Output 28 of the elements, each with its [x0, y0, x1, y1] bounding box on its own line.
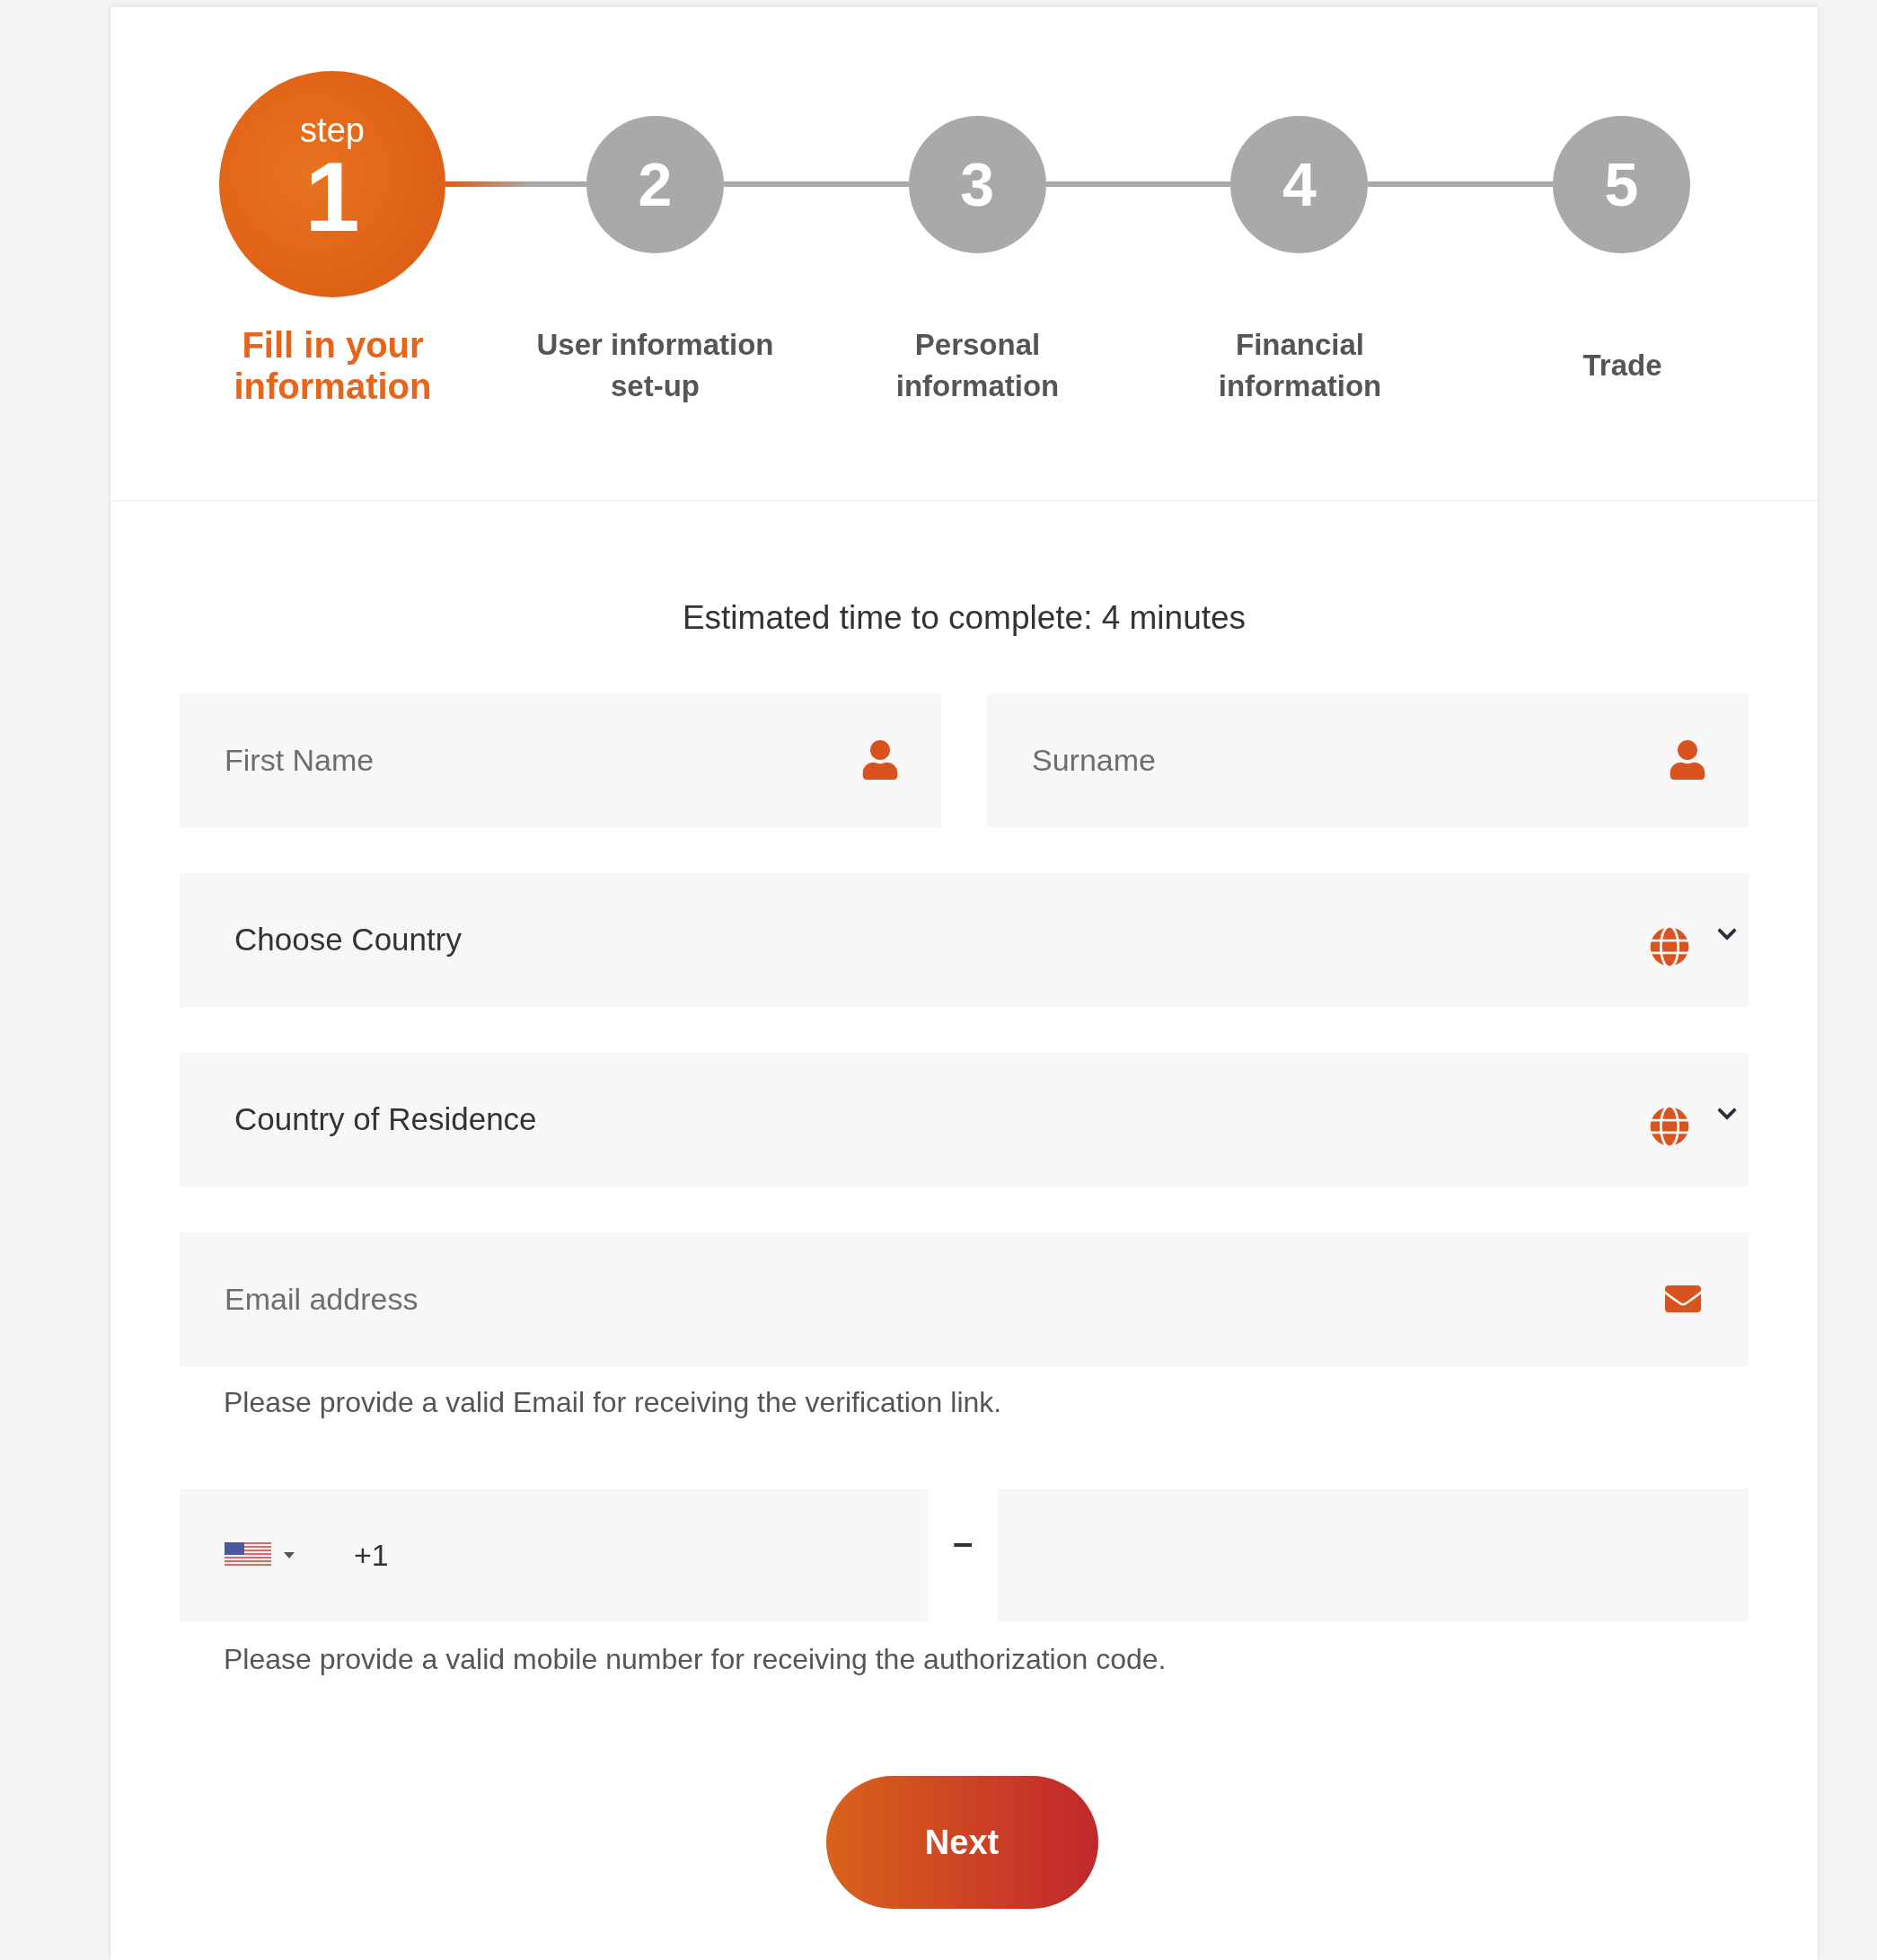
caret-icon [284, 1551, 295, 1558]
globe-icon [1650, 1106, 1689, 1146]
step-number: 4 [1282, 154, 1317, 215]
separator-dash: – [951, 1522, 974, 1564]
country-select[interactable]: Country of Residence [180, 1053, 1749, 1187]
step-label: User information set-up [535, 327, 775, 404]
flag-icon [225, 1542, 271, 1567]
step-label: Financial information [1217, 327, 1383, 404]
step-number: 3 [960, 154, 995, 215]
email-field[interactable]: Email address [180, 1232, 1749, 1366]
step-label: Trade [1582, 348, 1663, 384]
estimated-time-text: Estimated time to complete: 4 minutes [681, 598, 1247, 638]
globe-icon [1650, 926, 1689, 967]
step-number: 2 [638, 154, 673, 215]
step-prefix: step [300, 113, 365, 147]
next-button[interactable]: Next [825, 1776, 1098, 1909]
step-label: Personal information [894, 327, 1061, 404]
user-icon [862, 740, 898, 780]
name-field[interactable]: First Name [180, 693, 941, 827]
country-select[interactable]: Choose Country [180, 873, 1749, 1007]
email-hint: Please provide a valid Email for receiving the verification link. [224, 1385, 1003, 1420]
phone-hint: Please provide a valid mobile number for receiving the authorization code. [224, 1642, 1168, 1677]
user-icon [1670, 740, 1705, 780]
dial-code: +1 [354, 1536, 389, 1574]
step-number: 5 [1604, 154, 1639, 215]
step-label: Fill in your information [233, 324, 433, 407]
phone-code-field[interactable]: +1 [180, 1488, 928, 1621]
name-field[interactable]: Surname [987, 693, 1749, 827]
